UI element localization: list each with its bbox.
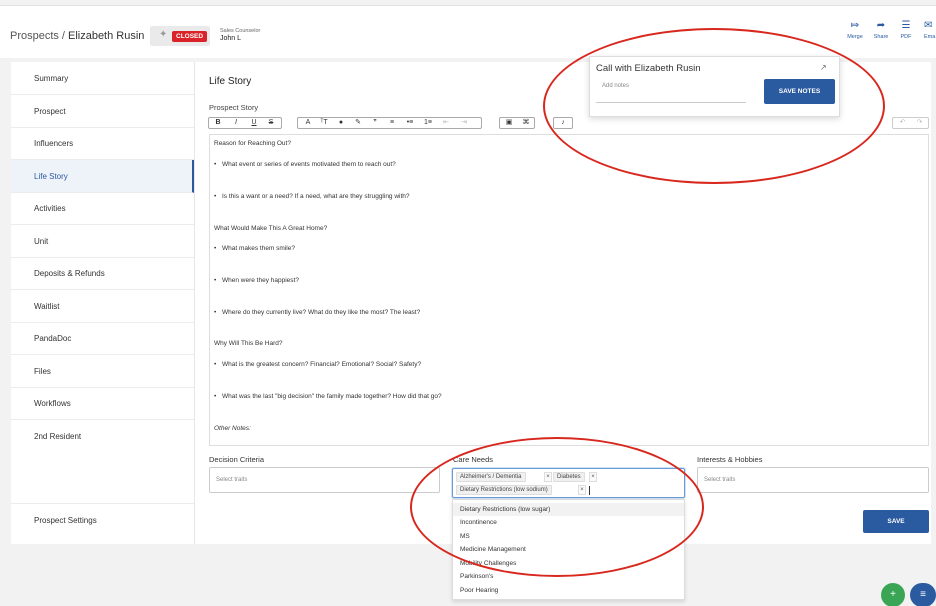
toolbar-mic-group: ♪ <box>553 117 573 129</box>
story-bullet: Where do they currently live? What do th… <box>214 309 420 316</box>
call-notes-input[interactable]: Add notes <box>596 79 746 103</box>
toolbar-format-group: B I U S <box>208 117 282 129</box>
save-notes-button[interactable]: SAVE NOTES <box>764 79 835 104</box>
email-icon: ✉ <box>924 20 933 31</box>
story-heading: Reason for Reaching Out? <box>214 140 291 147</box>
call-popup-title: Call with Elizabeth Rusin <box>596 63 701 74</box>
story-heading: What Would Make This A Great Home? <box>214 225 328 232</box>
dropdown-option[interactable]: Incontinence <box>453 516 684 529</box>
bold-button[interactable]: B <box>212 118 224 128</box>
sidebar-item-prospect[interactable]: Prospect <box>11 95 194 128</box>
interests-select[interactable]: Select traits <box>697 467 929 493</box>
highlight-icon[interactable]: ✎ <box>352 118 364 128</box>
care-need-tag: Diabetes <box>553 472 585 482</box>
sidebar-divider <box>194 62 195 544</box>
link-icon[interactable]: ⌘ <box>520 118 532 128</box>
email-button[interactable]: ✉ Ema <box>916 20 936 40</box>
story-bullet: What event or series of events motivated… <box>214 161 396 168</box>
care-needs-label: Care Needs <box>453 455 494 464</box>
sidebar-item-2nd-resident[interactable]: 2nd Resident <box>11 420 194 453</box>
story-bullet: When were they happiest? <box>214 277 299 284</box>
prospect-story-label: Prospect Story <box>209 103 259 112</box>
email-label: Ema <box>924 34 936 40</box>
sidebar-item-summary[interactable]: Summary <box>11 62 194 95</box>
sidebar-item-files[interactable]: Files <box>11 355 194 388</box>
image-icon[interactable]: ▣ <box>503 118 515 128</box>
sidebar: Summary Prospect Influencers Life Story … <box>11 62 194 544</box>
sidebar-item-prospect-settings[interactable]: Prospect Settings <box>11 503 194 536</box>
dropdown-option[interactable]: Parkinson's <box>453 570 684 583</box>
align-icon[interactable]: ≡ <box>386 118 398 128</box>
call-notes-placeholder: Add notes <box>602 83 630 89</box>
text-caret <box>589 486 590 495</box>
redo-icon[interactable]: ↷ <box>911 118 928 128</box>
interests-placeholder: Select traits <box>704 477 736 483</box>
microphone-icon[interactable]: ♪ <box>557 118 569 128</box>
indent-icon[interactable]: ⇥ <box>458 118 470 128</box>
remove-tag-icon[interactable]: × <box>578 485 586 495</box>
story-bullet: What is the greatest concern? Financial?… <box>214 361 421 368</box>
undo-icon[interactable]: ↶ <box>894 118 911 128</box>
save-button[interactable]: SAVE <box>863 510 929 533</box>
underline-button[interactable]: U <box>248 118 260 128</box>
undo-redo-group: ↶ ↷ <box>892 117 929 129</box>
interests-label: Interests & Hobbies <box>697 455 763 464</box>
add-user-icon[interactable]: + <box>881 583 905 606</box>
outdent-icon[interactable]: ⇤ <box>440 118 452 128</box>
quote-icon[interactable]: ” <box>369 118 381 128</box>
story-heading: Why Will This Be Hard? <box>214 340 283 347</box>
story-bullet: Is this a want or a need? If a need, wha… <box>214 193 410 200</box>
header-actions: ⤇ Merge ➦ Share ☰ PDF ✉ Ema <box>0 20 936 50</box>
checklist-icon[interactable]: ≡ <box>910 583 936 606</box>
sidebar-item-activities[interactable]: Activities <box>11 192 194 225</box>
dropdown-option[interactable]: Dietary Restrictions (low sugar) <box>453 503 684 516</box>
story-bullet: What was the last "big decision" the fam… <box>214 393 442 400</box>
story-other-notes: Other Notes: <box>214 425 251 432</box>
remove-tag-icon[interactable]: × <box>589 472 597 482</box>
font-size-button[interactable]: ᵀT <box>318 118 330 128</box>
sidebar-item-life-story[interactable]: Life Story <box>11 160 194 193</box>
color-picker-icon[interactable]: ● <box>335 118 347 128</box>
care-need-tag: Dietary Restrictions (low sodium) <box>456 485 552 495</box>
sidebar-item-workflows[interactable]: Workflows <box>11 387 194 420</box>
font-color-button[interactable]: A <box>302 118 314 128</box>
sidebar-item-pandadoc[interactable]: PandaDoc <box>11 322 194 355</box>
care-needs-select[interactable]: Alzheimer's / Dementia × Diabetes × Diet… <box>452 468 685 498</box>
bulleted-list-icon[interactable]: •≡ <box>404 118 416 128</box>
dropdown-option[interactable]: Poor Hearing <box>453 584 684 597</box>
decision-criteria-placeholder: Select traits <box>216 477 248 483</box>
call-notes-popup: Call with Elizabeth Rusin ↗ Add notes SA… <box>589 56 840 117</box>
sidebar-item-influencers[interactable]: Influencers <box>11 127 194 160</box>
toolbar-style-group: A ᵀT ● ✎ ” ≡ •≡ 1≡ ⇤ ⇥ <box>297 117 482 129</box>
dropdown-option[interactable]: Medicine Management <box>453 543 684 556</box>
numbered-list-icon[interactable]: 1≡ <box>422 118 434 128</box>
external-link-icon[interactable]: ↗ <box>820 63 827 72</box>
prospect-story-editor[interactable]: Reason for Reaching Out? What event or s… <box>209 134 929 446</box>
page-title: Life Story <box>209 76 252 87</box>
toolbar-insert-group: ▣ ⌘ <box>499 117 535 129</box>
sidebar-item-deposits-refunds[interactable]: Deposits & Refunds <box>11 257 194 290</box>
decision-criteria-select[interactable]: Select traits <box>209 467 440 493</box>
strikethrough-button[interactable]: S <box>265 118 277 128</box>
sidebar-item-waitlist[interactable]: Waitlist <box>11 290 194 323</box>
decision-criteria-label: Decision Criteria <box>209 455 265 464</box>
story-bullet: What makes them smile? <box>214 245 295 252</box>
sidebar-item-unit[interactable]: Unit <box>11 225 194 258</box>
care-need-tag: Alzheimer's / Dementia <box>456 472 526 482</box>
dropdown-option[interactable]: MS <box>453 530 684 543</box>
dropdown-option[interactable]: Mobility Challenges <box>453 557 684 570</box>
remove-tag-icon[interactable]: × <box>544 472 552 482</box>
italic-button[interactable]: I <box>230 118 242 128</box>
care-needs-dropdown: Dietary Restrictions (low sugar) Inconti… <box>452 499 685 600</box>
